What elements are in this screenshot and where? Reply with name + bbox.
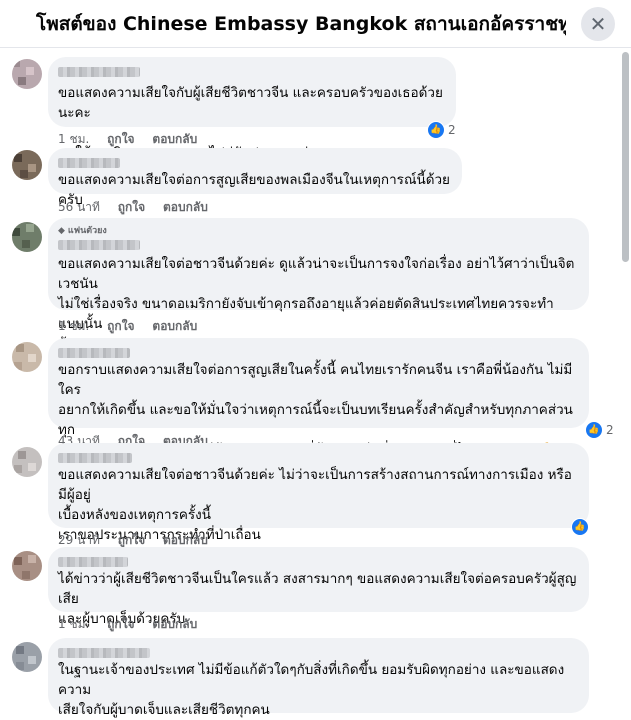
thumbs-up-icon: 👍 <box>571 518 589 536</box>
comment-actions: 1 ชม. ถูกใจ ตอบกลับ <box>58 317 211 336</box>
author-name[interactable] <box>58 453 132 463</box>
reply-link[interactable]: ตอบกลับ <box>152 617 197 631</box>
author-name[interactable] <box>58 240 140 250</box>
avatar[interactable] <box>12 642 42 672</box>
comment-bubble: ขอกราบแสดงความเสียใจต่อการสูญเสียในครั้ง… <box>48 338 589 478</box>
scrollbar[interactable] <box>622 52 629 262</box>
avatar[interactable] <box>12 342 42 372</box>
author-name[interactable] <box>58 158 120 168</box>
avatar[interactable] <box>12 447 42 477</box>
reaction-summary[interactable]: 👍 2 <box>427 121 456 139</box>
top-fan-badge: ◆ แฟนตัวยง <box>58 226 107 236</box>
like-link[interactable]: ถูกใจ <box>107 617 134 631</box>
dialog-header: โพสต์ของ Chinese Embassy Bangkok สถานเอก… <box>0 0 631 48</box>
reaction-summary[interactable]: 👍 2 <box>585 421 614 439</box>
avatar[interactable] <box>12 222 42 252</box>
comment-bubble: ขอแสดงความเสียใจต่อชาวจีนด้วยค่ะ ไม่ว่าจ… <box>48 443 589 543</box>
comment-time[interactable]: 56 นาที <box>58 200 100 214</box>
comment-time[interactable]: 1 ชม. <box>58 132 89 146</box>
author-name[interactable] <box>58 67 140 77</box>
avatar[interactable] <box>12 59 42 89</box>
author-name[interactable] <box>58 648 150 658</box>
author-name[interactable] <box>58 348 130 358</box>
like-link[interactable]: ถูกใจ <box>107 132 134 146</box>
author-name[interactable] <box>58 557 128 567</box>
comment-bubble: ◆ แฟนตัวยง ขอแสดงความเสียใจต่อชาวจีนด้วยค… <box>48 218 589 352</box>
like-link[interactable]: ถูกใจ <box>118 533 145 547</box>
like-link[interactable]: ถูกใจ <box>107 319 134 333</box>
comment-bubble: ได้ข่าวว่าผู้เสียชีวิตชาวจีนเป็นใครแล้ว … <box>48 547 589 627</box>
comment-time[interactable]: 1 ชม. <box>58 617 89 631</box>
comment-time[interactable]: 1 ชม. <box>58 319 89 333</box>
thumbs-up-icon: 👍 <box>585 421 603 439</box>
thumbs-up-icon: 👍 <box>427 121 445 139</box>
comment-time[interactable]: 29 นาที <box>58 533 100 547</box>
avatar[interactable] <box>12 150 42 180</box>
reply-link[interactable]: ตอบกลับ <box>152 319 197 333</box>
reply-link[interactable]: ตอบกลับ <box>163 533 208 547</box>
reply-link[interactable]: ตอบกลับ <box>163 200 208 214</box>
comment-actions: 56 นาที ถูกใจ ตอบกลับ <box>58 198 222 217</box>
reaction-summary[interactable]: 👍 <box>571 518 589 536</box>
comment-bubble: ในฐานะเจ้าของประเทศ ไม่มีข้อแก้ตัวใดๆกับ… <box>48 638 589 718</box>
diamond-icon: ◆ <box>58 226 65 236</box>
comment-actions: 1 ชม. ถูกใจ ตอบกลับ <box>58 130 211 149</box>
comment-actions: 1 ชม. ถูกใจ ตอบกลับ <box>58 615 211 634</box>
avatar[interactable] <box>12 551 42 581</box>
page-title: โพสต์ของ Chinese Embassy Bangkok สถานเอก… <box>36 13 566 35</box>
comment-bubble: ขอแสดงความเสียใจต่อการสูญเสียของพลเมืองจ… <box>48 148 462 208</box>
like-link[interactable]: ถูกใจ <box>118 200 145 214</box>
comment-text: ในฐานะเจ้าของประเทศ ไม่มีข้อแก้ตัวใดๆกับ… <box>58 662 565 718</box>
close-icon: ✕ <box>589 12 607 36</box>
reply-link[interactable]: ตอบกลับ <box>152 132 197 146</box>
close-button[interactable]: ✕ <box>581 7 615 41</box>
comment-bubble: ขอแสดงความเสียใจกับผู้เสียชีวิตชาวจีน แล… <box>48 57 456 161</box>
